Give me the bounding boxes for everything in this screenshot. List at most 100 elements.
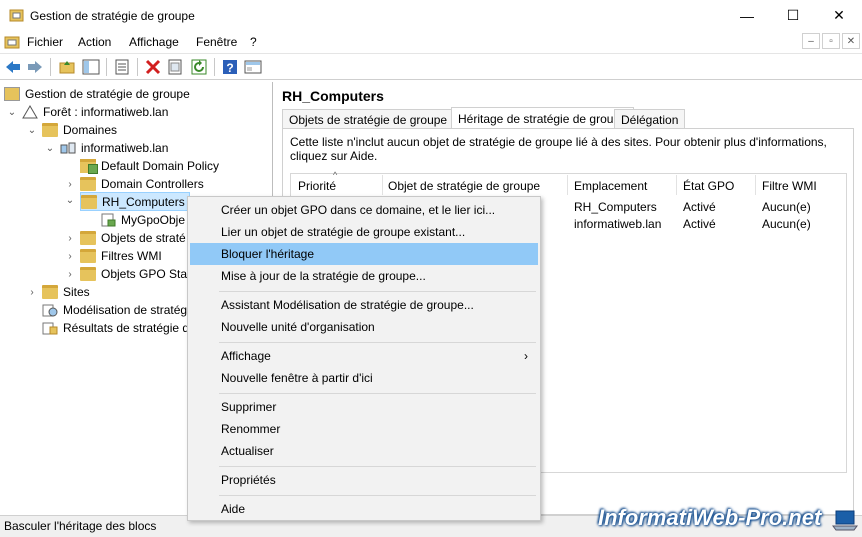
- mdi-close-button[interactable]: ✕: [842, 33, 860, 49]
- up-folder-icon[interactable]: [58, 58, 76, 76]
- gpm-icon: [4, 87, 20, 101]
- maximize-button[interactable]: ☐: [770, 0, 816, 31]
- chevron-right-icon[interactable]: ›: [64, 251, 76, 262]
- tree-item-starter-gpos[interactable]: › Objets GPO Star: [64, 265, 191, 283]
- column-separator: [382, 175, 383, 195]
- menu-item-help[interactable]: Aide: [190, 498, 538, 520]
- column-header-objet[interactable]: Objet de stratégie de groupe: [388, 179, 540, 193]
- export-icon[interactable]: [166, 58, 184, 76]
- mdi-minimize-button[interactable]: –: [802, 33, 820, 49]
- menu-action[interactable]: Action: [78, 35, 111, 49]
- domains-icon: [42, 123, 58, 137]
- watermark: InformatiWeb-Pro.net: [598, 505, 822, 530]
- menu-item-modeling-wizard[interactable]: Assistant Modélisation de stratégie de g…: [190, 294, 538, 316]
- menu-item-view-label: Affichage: [221, 349, 271, 363]
- gpo-link-icon: [80, 159, 98, 174]
- delete-icon[interactable]: [144, 58, 162, 76]
- table-cell-filtre: Aucun(e): [762, 217, 811, 231]
- info-text: Cette liste n'inclut aucun objet de stra…: [290, 135, 827, 163]
- tree-item-wmi-filters[interactable]: › Filtres WMI: [64, 247, 162, 265]
- menu-fenetre[interactable]: Fenêtre: [196, 35, 237, 49]
- tree-item-forest[interactable]: ⌄ Forêt : informatiweb.lan: [6, 103, 169, 121]
- column-header-emplacement[interactable]: Emplacement: [574, 179, 647, 193]
- menu-item-new-window[interactable]: Nouvelle fenêtre à partir d'ici: [190, 367, 538, 389]
- menu-item-rename[interactable]: Renommer: [190, 418, 538, 440]
- tree-item-mygpoobject[interactable]: MyGpoObje: [100, 211, 185, 229]
- forward-icon[interactable]: [26, 58, 44, 76]
- chevron-right-icon[interactable]: ›: [64, 269, 76, 280]
- chevron-down-icon[interactable]: ⌄: [64, 195, 76, 206]
- status-text: Basculer l'héritage des blocs: [4, 519, 157, 533]
- tab-delegation[interactable]: Délégation: [614, 109, 686, 129]
- chevron-down-icon[interactable]: ⌄: [26, 125, 38, 136]
- folder-icon: [80, 267, 96, 281]
- menu-item-create-gpo[interactable]: Créer un objet GPO dans ce domaine, et l…: [190, 199, 538, 221]
- menu-separator: [219, 466, 536, 467]
- column-header-filtre[interactable]: Filtre WMI: [762, 179, 817, 193]
- svg-text:?: ?: [226, 61, 233, 75]
- folder-icon: [80, 249, 96, 263]
- gpo-link-icon: [101, 213, 116, 227]
- tree-item-root[interactable]: Gestion de stratégie de groupe: [4, 85, 190, 103]
- chevron-right-icon: ›: [524, 349, 528, 363]
- table-cell-etat: Activé: [683, 217, 716, 231]
- menu-item-delete[interactable]: Supprimer: [190, 396, 538, 418]
- tab-linked-gpos[interactable]: Objets de stratégie de groupe liés: [282, 109, 476, 129]
- table-cell-emplacement: RH_Computers: [574, 200, 657, 214]
- menu-item-new-ou[interactable]: Nouvelle unité d'organisation: [190, 316, 538, 338]
- menu-affichage[interactable]: Affichage: [129, 35, 179, 49]
- column-header-priorite[interactable]: Priorité: [298, 179, 336, 193]
- mdi-restore-button[interactable]: ▫: [822, 33, 840, 49]
- tree-item-domains[interactable]: ⌄ Domaines: [26, 121, 117, 139]
- tree-item-modeling[interactable]: Modélisation de stratég: [42, 301, 187, 319]
- menu-fichier[interactable]: Fichier: [27, 35, 63, 49]
- menu-separator: [219, 393, 536, 394]
- forest-icon: [22, 105, 38, 119]
- refresh-icon[interactable]: [190, 58, 208, 76]
- table-cell-etat: Activé: [683, 200, 716, 214]
- show-hide-tree-icon[interactable]: [82, 58, 100, 76]
- column-header-etat[interactable]: État GPO: [683, 179, 734, 193]
- ou-icon: [80, 177, 96, 191]
- modeling-icon: [42, 304, 58, 317]
- chevron-right-icon[interactable]: ›: [26, 287, 38, 298]
- menu-item-properties[interactable]: Propriétés: [190, 469, 538, 491]
- tree-item-domain-controllers[interactable]: › Domain Controllers: [64, 175, 204, 193]
- toolbar-separator: [137, 58, 138, 76]
- tab-inheritance[interactable]: Héritage de stratégie de groupe: [451, 107, 634, 129]
- column-separator: [676, 175, 677, 195]
- tree-item-rh-computers[interactable]: RH_Computers: [80, 192, 190, 211]
- toolbar-separator: [50, 58, 51, 76]
- menu-item-view[interactable]: Affichage ›: [190, 345, 538, 367]
- tree-item-default-domain-policy[interactable]: Default Domain Policy: [80, 157, 219, 175]
- app-icon: [9, 9, 24, 22]
- tree-item-sites[interactable]: › Sites: [26, 283, 90, 301]
- domain-icon: [60, 142, 76, 154]
- minimize-button[interactable]: —: [724, 0, 770, 31]
- chevron-right-icon[interactable]: ›: [64, 179, 76, 190]
- console-icon[interactable]: [244, 58, 262, 76]
- menu-item-link-gpo[interactable]: Lier un objet de stratégie de groupe exi…: [190, 221, 538, 243]
- tree-item-domain[interactable]: ⌄ informatiweb.lan: [44, 139, 169, 157]
- results-icon: [42, 322, 58, 335]
- folder-icon: [80, 231, 96, 245]
- close-button[interactable]: ✕: [816, 0, 862, 31]
- window-title: Gestion de stratégie de groupe: [30, 9, 195, 23]
- toolbar-separator: [106, 58, 107, 76]
- chevron-down-icon[interactable]: ⌄: [44, 143, 56, 154]
- back-icon[interactable]: [4, 58, 22, 76]
- tree-item-results[interactable]: Résultats de stratégie d: [42, 319, 189, 337]
- chevron-right-icon[interactable]: ›: [64, 233, 76, 244]
- table-cell-filtre: Aucun(e): [762, 200, 811, 214]
- menu-item-refresh[interactable]: Actualiser: [190, 440, 538, 462]
- menu-item-block-inheritance[interactable]: Bloquer l'héritage: [190, 243, 538, 265]
- chevron-down-icon[interactable]: ⌄: [6, 107, 18, 118]
- menu-separator: [219, 342, 536, 343]
- menu-separator: [219, 291, 536, 292]
- help-icon[interactable]: ?: [221, 58, 239, 76]
- menu-help[interactable]: ?: [250, 35, 257, 49]
- properties-icon[interactable]: [113, 58, 131, 76]
- tree-item-gpo-objects[interactable]: › Objets de straté: [64, 229, 186, 247]
- menu-item-gpupdate[interactable]: Mise à jour de la stratégie de groupe...: [190, 265, 538, 287]
- console-menu-icon[interactable]: [4, 35, 20, 50]
